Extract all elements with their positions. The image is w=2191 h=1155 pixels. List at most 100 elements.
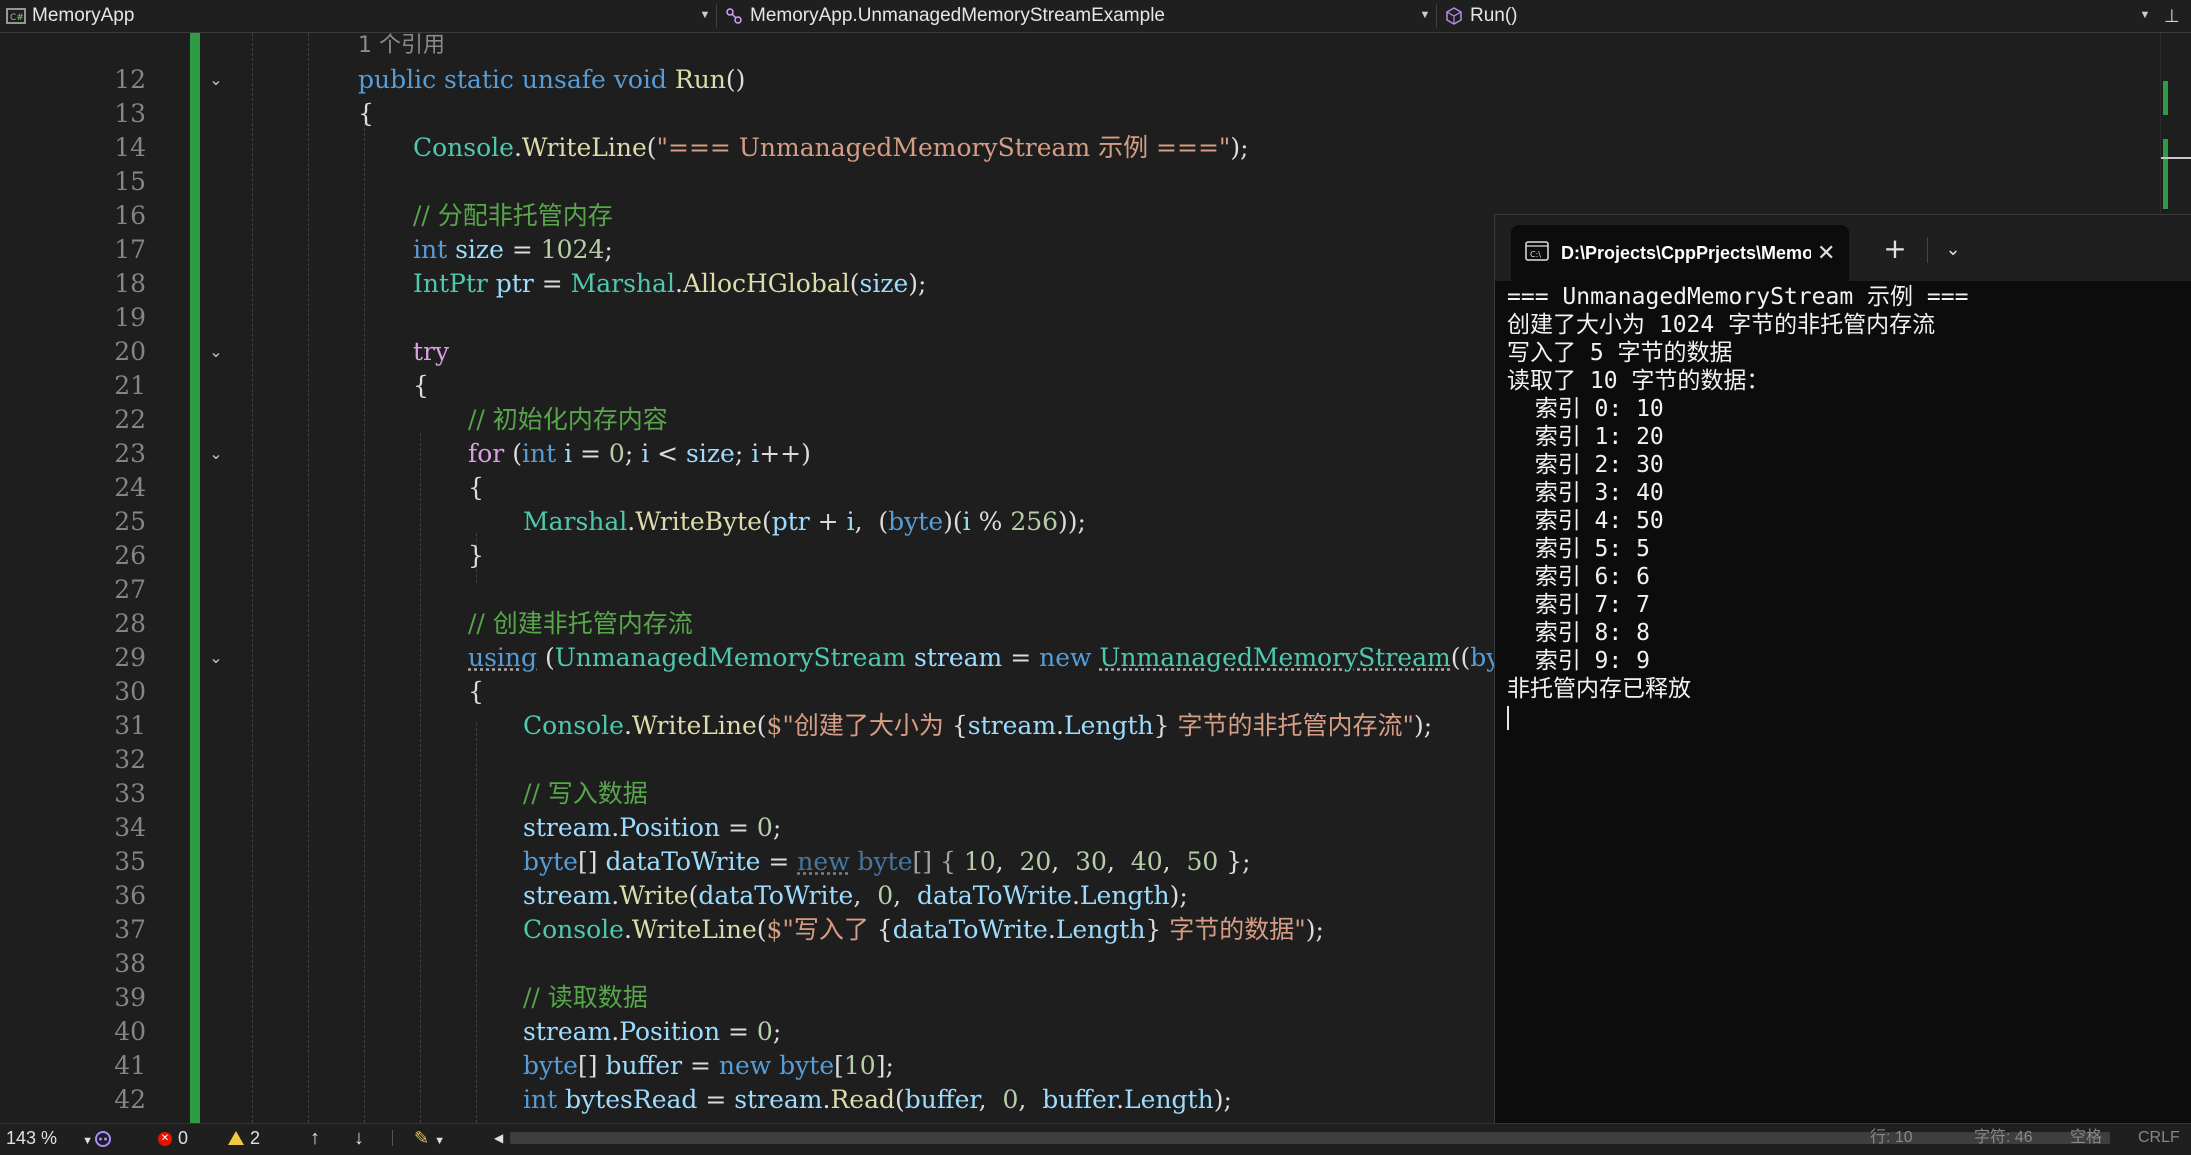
code-line-18[interactable]: IntPtr ptr = Marshal.AllocHGlobal(size);	[413, 267, 926, 301]
split-editor-button[interactable]: ⊥	[2164, 0, 2180, 32]
class-dropdown[interactable]: MemoryApp.UnmanagedMemoryStreamExample	[724, 0, 1165, 32]
code-line-17[interactable]: int size = 1024;	[413, 233, 613, 267]
indent-guide	[364, 113, 365, 1123]
errors-indicator[interactable]: ✕ 0	[158, 1124, 188, 1152]
scroll-thumb[interactable]	[2161, 157, 2191, 159]
chevron-down-icon: ▼	[82, 1135, 93, 1147]
next-issue-button[interactable]: ↓	[354, 1124, 364, 1152]
code-line-41[interactable]: byte[] buffer = new byte[10];	[523, 1049, 894, 1083]
project-dropdown[interactable]: C# MemoryApp	[6, 0, 134, 32]
whitespace-mode[interactable]: 空格	[2070, 1124, 2102, 1152]
member-dropdown[interactable]: Run()	[1444, 0, 1518, 32]
line-number: 36	[114, 881, 146, 910]
terminal-line: 索引 8: 8	[1507, 620, 1650, 646]
change-marker	[2163, 139, 2168, 209]
code-line-39[interactable]: // 读取数据	[523, 981, 648, 1015]
line-number: 25	[114, 507, 146, 536]
chevron-down-icon[interactable]: ▼	[698, 8, 712, 22]
warnings-indicator[interactable]: 2	[228, 1124, 260, 1152]
broom-icon: ✎	[414, 1128, 430, 1148]
navigation-bar: C# MemoryApp ▼ MemoryApp.UnmanagedMemory…	[0, 0, 2191, 33]
code-line-16[interactable]: // 分配非托管内存	[413, 199, 613, 233]
terminal-line: 索引 2: 30	[1507, 452, 1664, 478]
code-line-13[interactable]: {	[358, 97, 374, 131]
change-indicator-bar	[190, 33, 200, 1123]
divider	[1927, 237, 1928, 263]
line-number: 24	[114, 473, 146, 502]
line-number: 18	[114, 269, 146, 298]
csharp-project-icon: C#	[6, 6, 26, 26]
code-line-25[interactable]: Marshal.WriteByte(ptr + i, (byte)(i % 25…	[523, 505, 1086, 539]
terminal-icon: C:\	[1525, 240, 1549, 266]
copilot-icon[interactable]	[94, 1124, 112, 1152]
fold-chevron-icon[interactable]: ⌄	[205, 69, 227, 91]
terminal-line: 写入了 5 字节的数据	[1507, 340, 1733, 366]
terminal-line: 索引 7: 7	[1507, 592, 1650, 618]
line-number: 29	[114, 643, 146, 672]
code-line-29[interactable]: using (UnmanagedMemoryStream stream = ne…	[468, 641, 1585, 675]
code-line-30[interactable]: {	[468, 675, 484, 709]
class-icon	[724, 6, 744, 26]
terminal-line: === UnmanagedMemoryStream 示例 ===	[1507, 284, 1969, 310]
code-line-33[interactable]: // 写入数据	[523, 777, 648, 811]
close-tab-icon[interactable]: ✕	[1817, 241, 1835, 266]
char-indicator[interactable]: 字符: 46	[1974, 1124, 2033, 1152]
reference-codelens[interactable]: 1 个引用	[358, 33, 445, 63]
code-line-42[interactable]: int bytesRead = stream.Read(buffer, 0, b…	[523, 1083, 1232, 1117]
code-line-22[interactable]: // 初始化内存内容	[468, 403, 668, 437]
code-line-21[interactable]: {	[413, 369, 429, 403]
line-ending[interactable]: CRLF	[2138, 1124, 2180, 1152]
new-tab-button[interactable]: +	[1877, 231, 1913, 267]
dropdown-chevron-icon[interactable]: ⌄	[1935, 233, 1971, 267]
code-line-40[interactable]: stream.Position = 0;	[523, 1015, 781, 1049]
fold-chevron-icon[interactable]: ⌄	[205, 443, 227, 465]
warning-icon	[228, 1131, 244, 1146]
line-number: 32	[114, 745, 146, 774]
code-line-24[interactable]: {	[468, 471, 484, 505]
code-line-34[interactable]: stream.Position = 0;	[523, 811, 781, 845]
line-number: 26	[114, 541, 146, 570]
terminal-cursor-line[interactable]	[1507, 703, 2182, 731]
code-line-36[interactable]: stream.Write(dataToWrite, 0, dataToWrite…	[523, 879, 1188, 913]
code-line-12[interactable]: public static unsafe void Run()	[358, 63, 745, 97]
line-number: 16	[114, 201, 146, 230]
method-cube-icon	[1444, 6, 1464, 26]
previous-issue-button[interactable]: ↑	[310, 1124, 320, 1152]
terminal-line: 索引 4: 50	[1507, 508, 1664, 534]
code-line-14[interactable]: Console.WriteLine("=== UnmanagedMemorySt…	[413, 131, 1249, 165]
chevron-down-icon[interactable]: ▼	[2138, 8, 2152, 22]
line-number: 13	[114, 99, 146, 128]
divider	[392, 1130, 393, 1146]
code-line-37[interactable]: Console.WriteLine($"写入了 {dataToWrite.Len…	[523, 913, 1324, 947]
line-indicator[interactable]: 行: 10	[1870, 1124, 1913, 1152]
fold-chevron-icon[interactable]: ⌄	[205, 647, 227, 669]
chevron-down-icon[interactable]: ▼	[1418, 8, 1432, 22]
code-line-20[interactable]: try	[413, 335, 449, 369]
indent-guide	[252, 33, 253, 1123]
line-number: 42	[114, 1085, 146, 1114]
terminal-line: 索引 3: 40	[1507, 480, 1664, 506]
status-bar: 143 % ▼ ✕ 0 2 ↑ ↓ ✎ ▼ ◀ 行: 10 字符: 46 空格 C…	[0, 1123, 2191, 1152]
code-line-26[interactable]: }	[468, 539, 484, 573]
code-line-23[interactable]: for (int i = 0; i < size; i++)	[468, 437, 811, 471]
line-number: 27	[114, 575, 146, 604]
code-line-31[interactable]: Console.WriteLine($"创建了大小为 {stream.Lengt…	[523, 709, 1432, 743]
code-line-35[interactable]: byte[] dataToWrite = new byte[] { 10, 20…	[523, 845, 1251, 879]
project-name: MemoryApp	[32, 5, 135, 26]
scroll-left-arrow[interactable]: ◀	[494, 1124, 503, 1152]
zoom-level-dropdown[interactable]: 143 % ▼	[6, 1124, 93, 1152]
error-count: 0	[178, 1128, 189, 1148]
code-cleanup-button[interactable]: ✎ ▼	[414, 1124, 445, 1152]
line-number: 33	[114, 779, 146, 808]
terminal-output[interactable]: === UnmanagedMemoryStream 示例 === 创建了大小为 …	[1507, 283, 2182, 1139]
terminal-line: 索引 9: 9	[1507, 648, 1650, 674]
line-number: 30	[114, 677, 146, 706]
code-line-28[interactable]: // 创建非托管内存流	[468, 607, 693, 641]
line-number: 22	[114, 405, 146, 434]
fold-chevron-icon[interactable]: ⌄	[205, 341, 227, 363]
terminal-line: 创建了大小为 1024 字节的非托管内存流	[1507, 312, 1936, 338]
terminal-line: 索引 5: 5	[1507, 536, 1650, 562]
terminal-tab[interactable]: C:\ D:\Projects\CppPrjects\Memor ✕	[1511, 225, 1849, 281]
terminal-line: 索引 6: 6	[1507, 564, 1650, 590]
terminal-window[interactable]: C:\ D:\Projects\CppPrjects\Memor ✕ + ⌄ =…	[1494, 214, 2191, 1140]
